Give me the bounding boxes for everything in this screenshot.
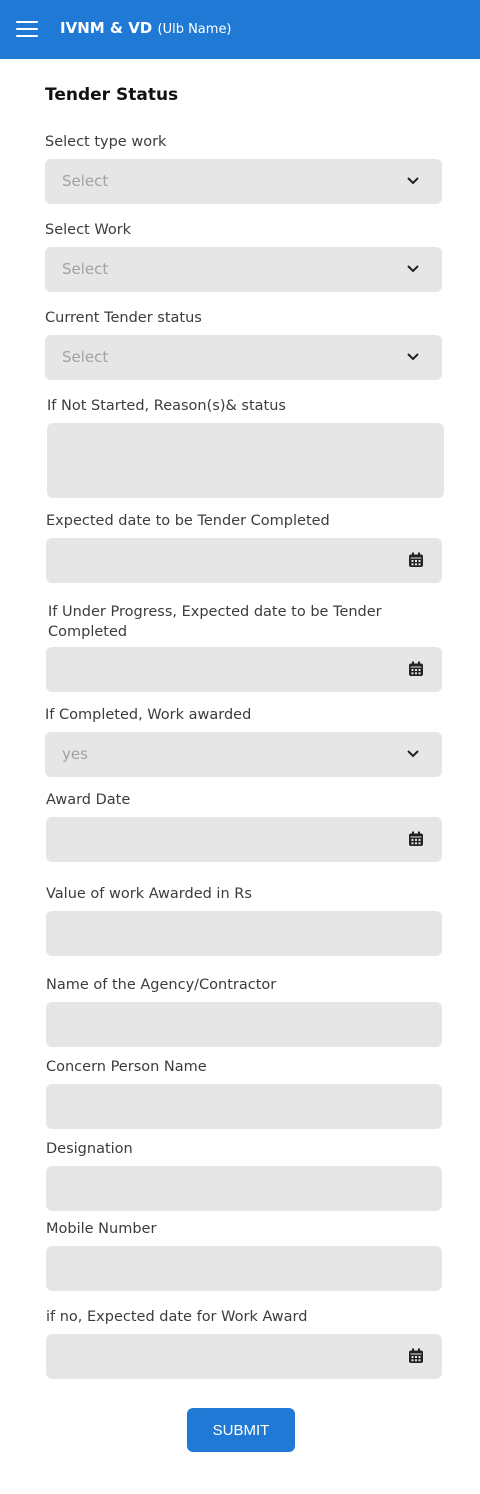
work-label: Select Work	[45, 222, 132, 238]
app-title: IVNM & VD (Ulb Name)	[60, 19, 232, 37]
mobile-label: Mobile Number	[46, 1221, 157, 1237]
expected-award-date-input[interactable]	[46, 1334, 442, 1379]
current-status-value: Select	[62, 348, 109, 366]
award-date-label: Award Date	[46, 792, 131, 808]
work-awarded-value: yes	[62, 745, 88, 763]
type-work-label: Select type work	[45, 134, 167, 150]
not-started-label: If Not Started, Reason(s)& status	[47, 398, 286, 414]
under-progress-date-input[interactable]	[46, 647, 442, 692]
concern-person-input[interactable]	[46, 1084, 442, 1129]
value-awarded-label: Value of work Awarded in Rs	[46, 886, 252, 902]
designation-input[interactable]	[46, 1166, 442, 1211]
hamburger-icon[interactable]	[16, 21, 38, 39]
type-work-value: Select	[62, 172, 109, 190]
work-awarded-label: If Completed, Work awarded	[45, 707, 252, 723]
current-status-select[interactable]: Select	[45, 335, 442, 380]
app-bar: IVNM & VD (Ulb Name)	[0, 0, 480, 59]
concern-person-label: Concern Person Name	[46, 1059, 207, 1075]
expected-date-input[interactable]	[46, 538, 442, 583]
not-started-textarea[interactable]	[47, 423, 444, 498]
chevron-down-icon	[407, 177, 419, 185]
calendar-icon[interactable]	[408, 831, 424, 847]
value-awarded-input[interactable]	[46, 911, 442, 956]
work-select[interactable]: Select	[45, 247, 442, 292]
current-status-label: Current Tender status	[45, 310, 202, 326]
work-value: Select	[62, 260, 109, 278]
expected-award-label: if no, Expected date for Work Award	[46, 1309, 308, 1325]
under-progress-label: If Under Progress, Expected date to be T…	[48, 604, 382, 640]
form-title: Tender Status	[45, 85, 179, 105]
type-work-select[interactable]: Select	[45, 159, 442, 204]
mobile-input[interactable]	[46, 1246, 442, 1291]
app-subtitle: (Ulb Name)	[157, 22, 232, 37]
award-date-input[interactable]	[46, 817, 442, 862]
calendar-icon[interactable]	[408, 1348, 424, 1364]
calendar-icon[interactable]	[408, 661, 424, 677]
designation-label: Designation	[46, 1141, 133, 1157]
chevron-down-icon	[407, 353, 419, 361]
expected-date-label: Expected date to be Tender Completed	[46, 513, 330, 529]
chevron-down-icon	[407, 265, 419, 273]
calendar-icon[interactable]	[408, 552, 424, 568]
agency-label: Name of the Agency/Contractor	[46, 977, 277, 993]
work-awarded-select[interactable]: yes	[45, 732, 442, 777]
chevron-down-icon	[407, 750, 419, 758]
submit-button[interactable]: SUBMIT	[187, 1408, 295, 1452]
agency-input[interactable]	[46, 1002, 442, 1047]
app-title-text: IVNM & VD	[60, 19, 153, 37]
